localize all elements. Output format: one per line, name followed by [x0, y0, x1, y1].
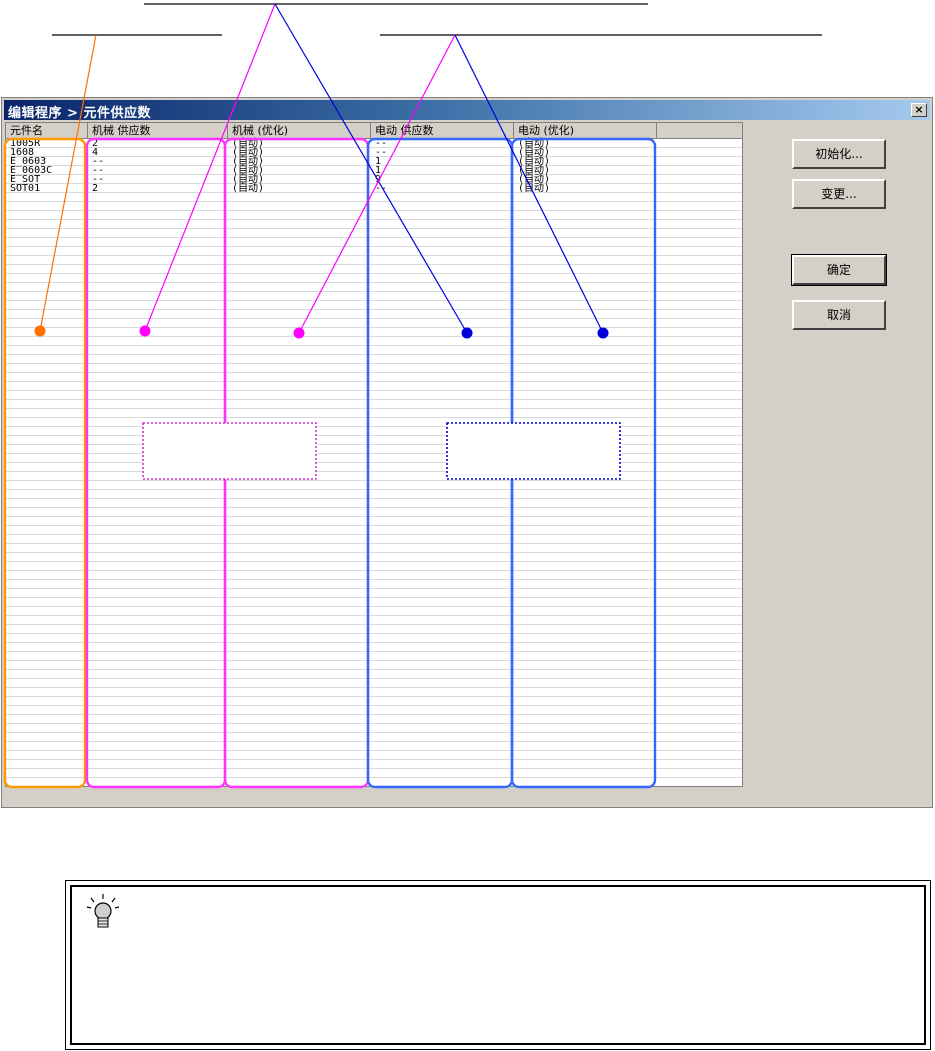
cell-mechanical-optimize: (自动) [232, 183, 265, 194]
table-row[interactable]: E_0603 -- (自动) 1 (自动) [6, 157, 742, 167]
table-body: 1005R 2 (自动) -- (自动) 1608 4 (自动) -- (自动) E_0603 --(… [6, 139, 742, 786]
cell-part-name: SOT01 [10, 183, 41, 194]
close-button[interactable]: × [911, 103, 927, 117]
table-row[interactable]: E_SOT -- (自动) 9 (自动) [6, 175, 742, 185]
cell-electric-count: -- [375, 183, 388, 194]
feeder-count-table: 元件名 机械 供应数 机械 (优化) 电动 供应数 电动 (优化) 1005R 2… [5, 122, 743, 787]
cancel-button[interactable]: 取消 [792, 300, 886, 330]
column-header-electric-optimize[interactable]: 电动 (优化) [514, 123, 657, 139]
cell-electric-optimize: (自动) [518, 183, 551, 194]
lightbulb-icon [86, 894, 120, 928]
tip-box [65, 880, 931, 1050]
table-header: 元件名 机械 供应数 机械 (优化) 电动 供应数 电动 (优化) [6, 123, 742, 139]
cell-mechanical-count: 2 [92, 183, 99, 194]
column-header-part-name[interactable]: 元件名 [6, 123, 88, 139]
column-header-mechanical-count[interactable]: 机械 供应数 [88, 123, 228, 139]
dialog-title: 编辑程序 > 元件供应数 [8, 106, 151, 121]
table-row[interactable]: SOT01 2 (自动) -- (自动) [6, 183, 742, 194]
column-header-mechanical-optimize[interactable]: 机械 (优化) [228, 123, 371, 139]
table-row[interactable]: E_0603C -- (自动) 1 (自动) [6, 166, 742, 176]
ok-button[interactable]: 确定 [791, 254, 887, 286]
table-row[interactable]: 1005R 2 (自动) -- (自动) [6, 139, 742, 149]
tip-box-inner [70, 885, 926, 1045]
change-button[interactable]: 变更... [792, 179, 886, 209]
table-row[interactable]: 1608 4 (自动) -- (自动) [6, 148, 742, 158]
feeder-count-dialog: 编辑程序 > 元件供应数 × 元件名 机械 供应数 机械 (优化) 电动 供应数… [1, 97, 933, 808]
column-header-empty [657, 123, 742, 139]
title-bar: 编辑程序 > 元件供应数 × [4, 100, 930, 121]
initialize-button[interactable]: 初始化... [792, 139, 886, 169]
column-header-electric-count[interactable]: 电动 供应数 [371, 123, 514, 139]
